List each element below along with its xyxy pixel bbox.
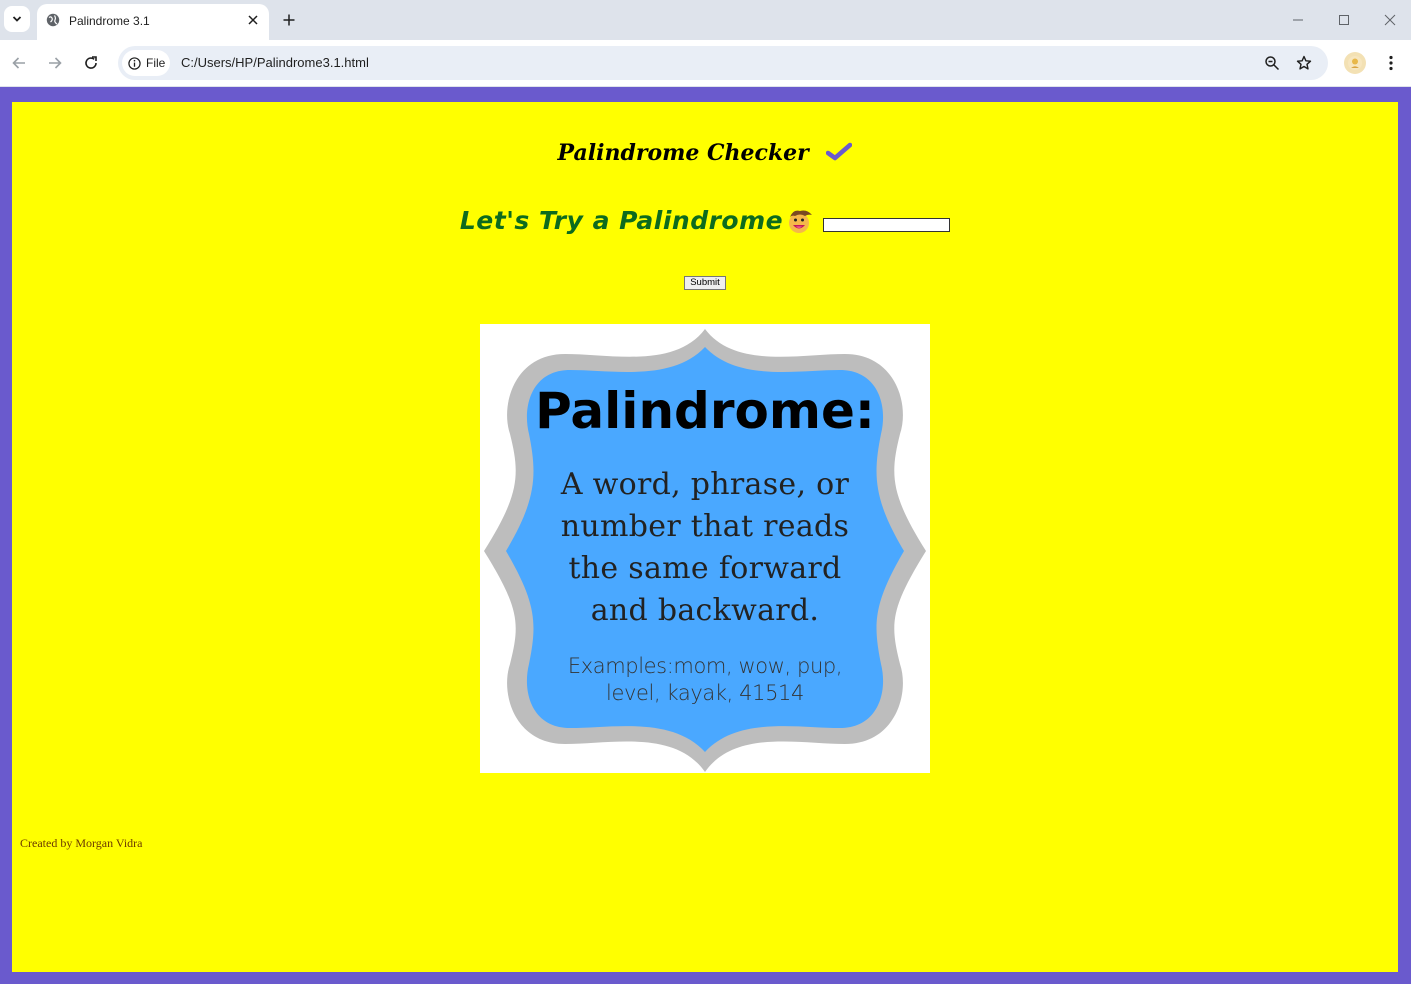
reload-button[interactable] bbox=[80, 52, 102, 74]
close-icon bbox=[1384, 14, 1396, 26]
close-icon bbox=[248, 15, 258, 25]
info-icon bbox=[128, 56, 141, 70]
minimize-button[interactable] bbox=[1288, 10, 1308, 30]
page-frame: Palindrome Checker Let's Try a Palindrom… bbox=[0, 87, 1411, 984]
more-icon bbox=[1389, 55, 1393, 71]
minimize-icon bbox=[1293, 19, 1303, 21]
definition-image: Palindrome: A word, phrase, or number th… bbox=[480, 324, 930, 773]
forward-button[interactable] bbox=[44, 52, 66, 74]
maximize-button[interactable] bbox=[1334, 10, 1354, 30]
examples-line: level, kayak, 41514 bbox=[606, 681, 804, 705]
zoom-button[interactable] bbox=[1262, 53, 1282, 73]
definition-line: number that reads bbox=[560, 509, 850, 544]
tab-close-button[interactable] bbox=[245, 12, 261, 28]
definition-line: and backward. bbox=[590, 593, 820, 628]
prompt-row: Let's Try a Palindrome bbox=[12, 206, 1398, 235]
avatar[interactable] bbox=[1344, 52, 1366, 74]
bookmark-button[interactable] bbox=[1294, 53, 1314, 73]
url-text[interactable]: C:/Users/HP/Palindrome3.1.html bbox=[181, 55, 369, 70]
chevron-down-icon bbox=[12, 16, 22, 22]
prompt-heading: Let's Try a Palindrome bbox=[459, 206, 784, 235]
maximize-icon bbox=[1339, 15, 1349, 25]
footer-credit: Created by Morgan Vidra bbox=[20, 836, 143, 850]
definition-line: A word, phrase, or bbox=[560, 467, 850, 502]
tab-title: Palindrome 3.1 bbox=[69, 14, 150, 28]
checkmark-icon bbox=[826, 142, 853, 161]
definition-body: A word, phrase, or number that reads the… bbox=[545, 464, 865, 632]
plus-icon bbox=[283, 14, 295, 26]
palindrome-input[interactable] bbox=[823, 217, 951, 232]
address-bar[interactable]: File C:/Users/HP/Palindrome3.1.html bbox=[118, 46, 1328, 80]
close-window-button[interactable] bbox=[1380, 10, 1400, 30]
site-chip-label: File bbox=[146, 56, 166, 70]
forward-icon bbox=[49, 57, 62, 69]
submit-button[interactable]: Submit bbox=[684, 276, 726, 290]
page-body: Palindrome Checker Let's Try a Palindrom… bbox=[12, 102, 1398, 972]
definition-title: Palindrome: bbox=[535, 382, 875, 440]
browser-toolbar: File C:/Users/HP/Palindrome3.1.html bbox=[0, 40, 1411, 86]
page-title-text: Palindrome Checker bbox=[557, 140, 809, 166]
profile-avatar-icon bbox=[1348, 56, 1362, 70]
tab-palindrome[interactable]: Palindrome 3.1 bbox=[37, 4, 269, 40]
examples-line: Examples:mom, wow, pup, bbox=[567, 654, 843, 678]
new-tab-button[interactable] bbox=[279, 10, 299, 30]
page-title: Palindrome Checker bbox=[12, 140, 1398, 166]
browser-menu-button[interactable] bbox=[1381, 52, 1401, 74]
tab-strip: Palindrome 3.1 bbox=[0, 0, 1411, 40]
definition-line: the same forward bbox=[568, 551, 842, 586]
zoom-icon bbox=[1265, 56, 1280, 71]
reload-icon bbox=[85, 56, 97, 69]
face-emoji-icon bbox=[789, 210, 813, 233]
site-info-chip[interactable]: File bbox=[122, 50, 170, 76]
back-button[interactable] bbox=[8, 52, 30, 74]
tab-search-button[interactable] bbox=[4, 6, 30, 32]
back-icon bbox=[12, 57, 25, 69]
star-icon bbox=[1296, 55, 1312, 70]
globe-icon bbox=[46, 13, 60, 27]
definition-examples: Examples:mom, wow, pup, level, kayak, 41… bbox=[555, 653, 855, 707]
